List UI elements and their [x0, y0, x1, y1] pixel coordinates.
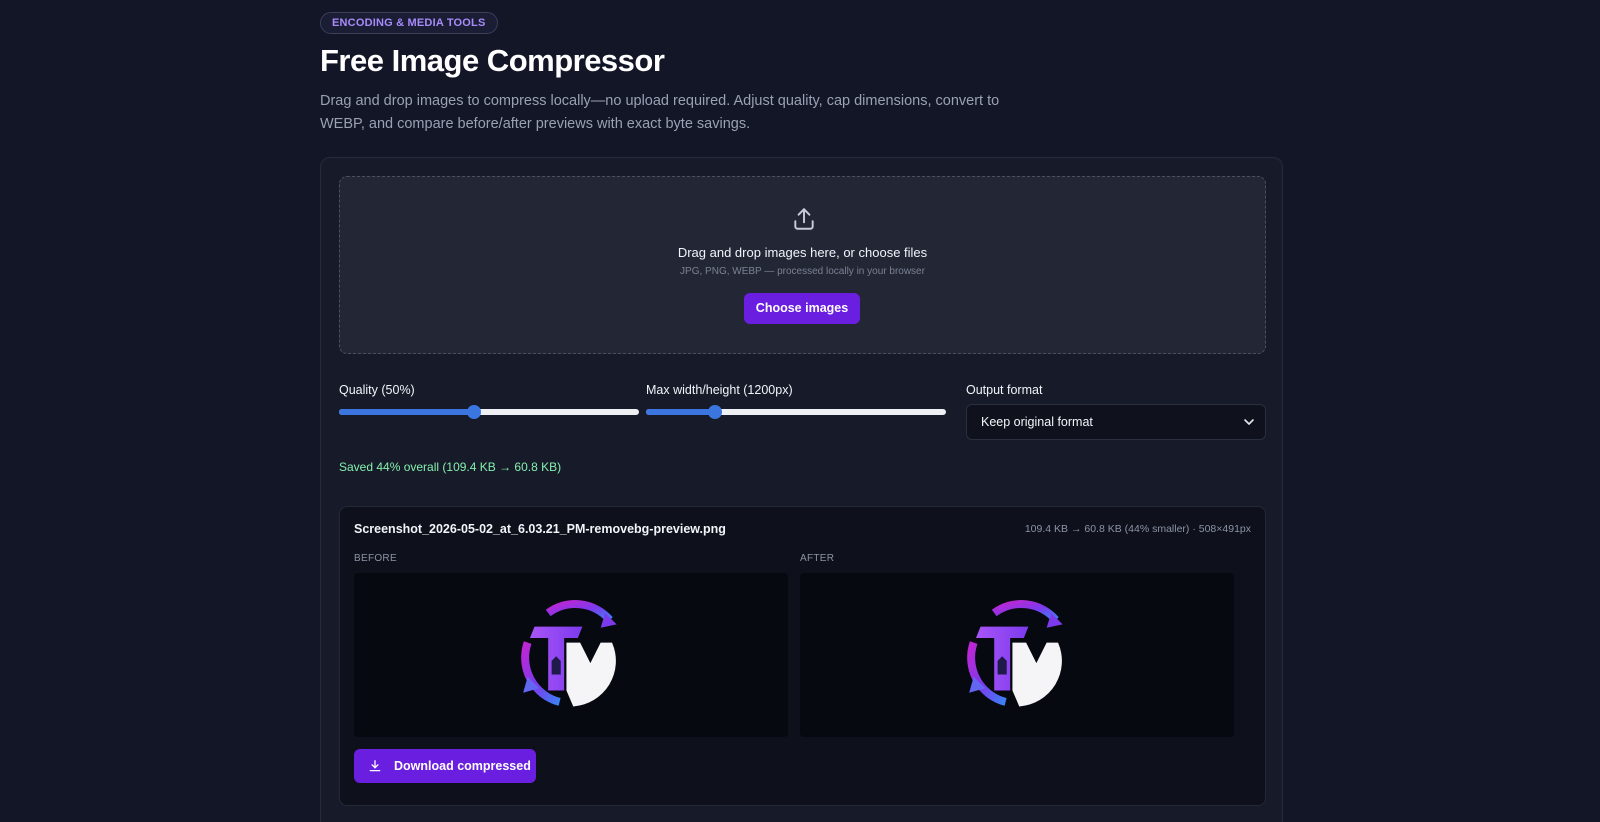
before-label: BEFORE — [354, 553, 397, 564]
tm-logo-image — [521, 600, 617, 707]
choose-images-button[interactable]: Choose images — [744, 293, 860, 324]
tm-logo-image — [967, 600, 1063, 707]
chevron-down-icon — [1244, 419, 1254, 425]
result-card: Screenshot_2026-05-02_at_6.03.21_PM-remo… — [339, 506, 1266, 806]
dropzone-subtitle: JPG, PNG, WEBP — processed locally in yo… — [680, 266, 925, 277]
savings-summary: Saved 44% overall (109.4 KB → 60.8 KB) — [339, 460, 562, 474]
max-dimension-label: Max width/height (1200px) — [646, 383, 793, 397]
page-description: Drag and drop images to compress locally… — [320, 93, 1000, 132]
download-icon — [369, 760, 381, 772]
quality-slider[interactable] — [339, 404, 639, 420]
after-label: AFTER — [800, 553, 835, 564]
result-filename: Screenshot_2026-05-02_at_6.03.21_PM-remo… — [354, 522, 726, 536]
quality-label: Quality (50%) — [339, 383, 415, 397]
compressor-card: Drag and drop images here, or choose fil… — [320, 157, 1283, 822]
result-meta: 109.4 KB → 60.8 KB (44% smaller) · 508×4… — [1024, 523, 1251, 535]
before-preview — [354, 573, 788, 737]
slider-thumb[interactable] — [708, 405, 722, 419]
drop-zone[interactable]: Drag and drop images here, or choose fil… — [339, 176, 1266, 354]
output-format-select[interactable]: Keep original format — [966, 404, 1266, 440]
output-format-value: Keep original format — [981, 415, 1093, 429]
upload-icon — [794, 208, 814, 230]
page-title: Free Image Compressor — [320, 43, 665, 78]
output-format-label: Output format — [966, 383, 1043, 397]
category-tag: ENCODING & MEDIA TOOLS — [320, 12, 498, 34]
slider-fill — [339, 409, 474, 415]
max-dimension-slider[interactable] — [646, 404, 946, 420]
dropzone-title: Drag and drop images here, or choose fil… — [677, 245, 928, 260]
after-preview — [800, 573, 1234, 737]
download-compressed-button[interactable]: Download compressed — [354, 749, 536, 783]
download-label: Download compressed — [394, 759, 531, 773]
slider-thumb[interactable] — [467, 405, 481, 419]
slider-fill — [646, 409, 715, 415]
